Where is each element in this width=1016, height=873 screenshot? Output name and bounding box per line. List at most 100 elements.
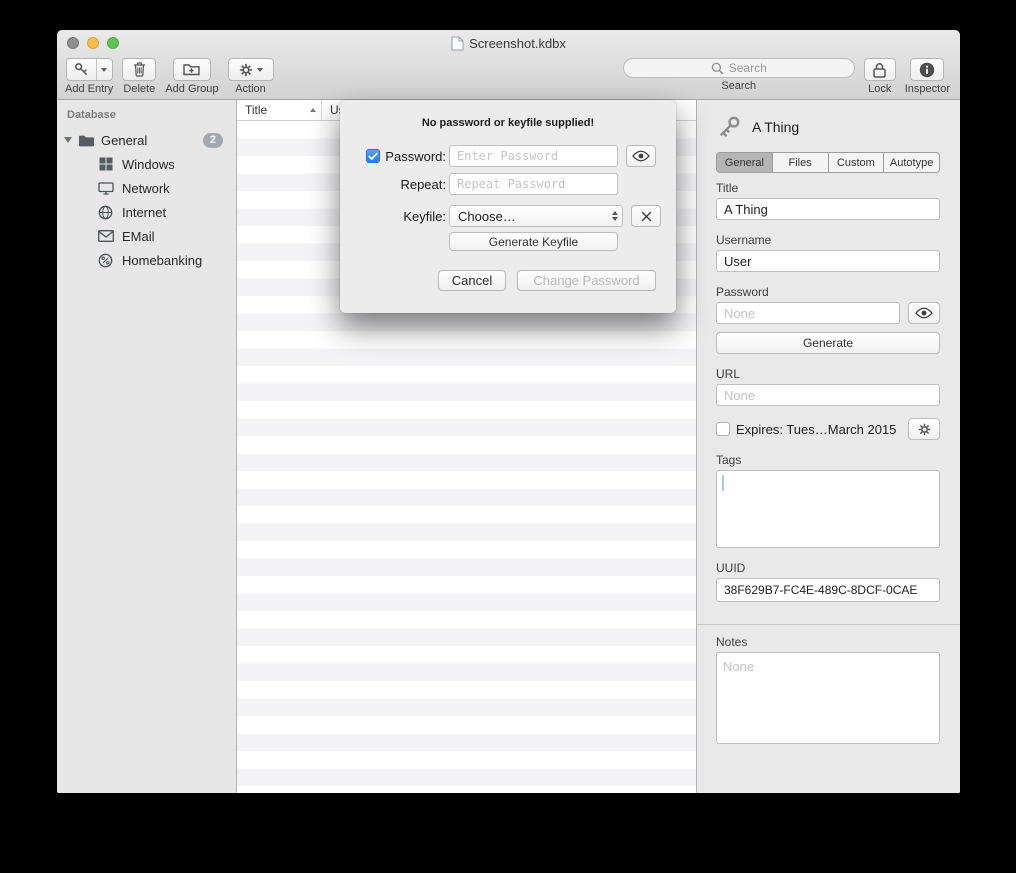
eye-icon [915,307,933,319]
password-checkbox[interactable] [366,149,380,163]
add-group-item: Add Group [165,58,218,95]
sidebar-group-label: General [101,133,147,148]
gear-icon [239,63,253,77]
clear-x-icon [641,211,652,222]
reveal-password-button[interactable] [908,302,940,324]
repeat-password-placeholder: Repeat Password [457,177,565,191]
titlebar[interactable]: Screenshot.kdbx [57,30,960,56]
uuid-value: 38F629B7-FC4E-489C-8DCF-0CAE [724,583,917,597]
url-field-label: URL [716,367,940,381]
search-input[interactable]: Search [623,58,855,78]
password-field[interactable]: None [716,302,900,324]
chevron-down-icon[interactable] [97,59,112,80]
minimize-button[interactable] [87,37,99,49]
tab-custom[interactable]: Custom [829,153,885,172]
uuid-label: UUID [716,561,940,575]
eye-icon [632,150,650,162]
username-field[interactable]: User [716,250,940,272]
column-header-title[interactable]: Title [237,100,322,120]
entry-count-badge: 2 [203,133,223,148]
key-icon [716,114,742,140]
keyfile-row: Keyfile: Choose… [340,205,676,227]
url-field[interactable]: None [716,384,940,406]
envelope-icon [97,230,114,242]
disclosure-triangle-icon[interactable] [64,137,72,143]
sidebar: Database General 2 Windows Network [57,100,237,793]
add-group-label: Add Group [165,84,218,95]
repeat-password-input[interactable]: Repeat Password [449,173,618,195]
sidebar-item-email[interactable]: EMail [57,224,236,248]
keyfile-popup[interactable]: Choose… [449,205,623,227]
inspector-divider [697,624,960,625]
repeat-row: Repeat: Repeat Password [340,173,676,195]
tags-field[interactable] [716,470,940,548]
dialog-message: No password or keyfile supplied! [340,100,676,129]
password-dialog: No password or keyfile supplied! Passwor… [340,100,676,313]
notes-placeholder: None [723,659,754,674]
sidebar-item-label: Network [122,181,170,196]
keyfile-label: Keyfile: [340,209,446,224]
close-button[interactable] [67,37,79,49]
change-password-label: Change Password [533,273,639,288]
inspector-button[interactable] [910,58,944,81]
percent-icon [97,253,114,268]
delete-button[interactable] [122,58,156,81]
folder-icon [78,134,95,147]
generate-keyfile-row: Generate Keyfile [340,232,676,251]
generate-password-button[interactable]: Generate [716,332,940,354]
key-icon [67,59,97,80]
expires-row: Expires: Tues…March 2015 [716,418,940,440]
tag-pill[interactable] [722,475,724,491]
search-label: Search [721,81,756,92]
sidebar-item-network[interactable]: Network [57,176,236,200]
username-field-label: Username [716,233,940,247]
cancel-button[interactable]: Cancel [438,270,506,291]
tab-general[interactable]: General [717,153,773,172]
sidebar-section-header: Database [57,109,236,121]
app-window: Screenshot.kdbx Add Entry D [57,30,960,793]
inspector-tabs: General Files Custom Autotype [716,152,940,173]
gear-icon [918,423,931,436]
tab-files[interactable]: Files [773,153,829,172]
traffic-lights [67,37,119,49]
enter-password-input[interactable]: Enter Password [449,145,618,167]
add-entry-button[interactable] [66,58,113,81]
password-row: Password: Enter Password [340,145,676,167]
dialog-form: Password: Enter Password Repeat: Repeat … [340,145,676,291]
notes-field[interactable]: None [716,652,940,744]
windows-icon [97,157,114,171]
lock-label: Lock [868,84,891,95]
inspector-header: A Thing [716,114,940,140]
clear-keyfile-button[interactable] [631,205,661,227]
generate-keyfile-button[interactable]: Generate Keyfile [449,232,618,251]
password-label: Password: [385,149,446,164]
title-field[interactable]: A Thing [716,198,940,220]
expires-settings-button[interactable] [908,418,940,440]
dialog-buttons: Cancel Change Password [340,270,676,291]
reveal-password-button[interactable] [626,145,656,167]
sidebar-group-general[interactable]: General 2 [57,128,236,152]
magnifier-icon [711,62,724,75]
sidebar-item-internet[interactable]: Internet [57,200,236,224]
search-item: Search Search [623,58,855,92]
action-button[interactable] [228,58,274,81]
tab-autotype[interactable]: Autotype [884,153,939,172]
column-title-label: Title [245,103,267,117]
add-group-button[interactable] [173,58,211,81]
expires-checkbox[interactable] [716,422,730,436]
change-password-button[interactable]: Change Password [517,270,656,291]
uuid-field[interactable]: 38F629B7-FC4E-489C-8DCF-0CAE [716,578,940,602]
tags-label: Tags [716,453,940,467]
delete-item: Delete [122,58,156,95]
title-field-label: Title [716,181,940,195]
sidebar-item-homebanking[interactable]: Homebanking [57,248,236,272]
expires-label: Expires: Tues…March 2015 [736,422,896,437]
search-placeholder: Search [729,61,767,75]
window-title-group: Screenshot.kdbx [451,36,566,51]
inspector-label: Inspector [905,84,950,95]
lock-button[interactable] [864,58,896,81]
zoom-button[interactable] [107,37,119,49]
generate-button-label: Generate [803,336,853,350]
sidebar-item-windows[interactable]: Windows [57,152,236,176]
title-field-value: A Thing [724,202,768,217]
